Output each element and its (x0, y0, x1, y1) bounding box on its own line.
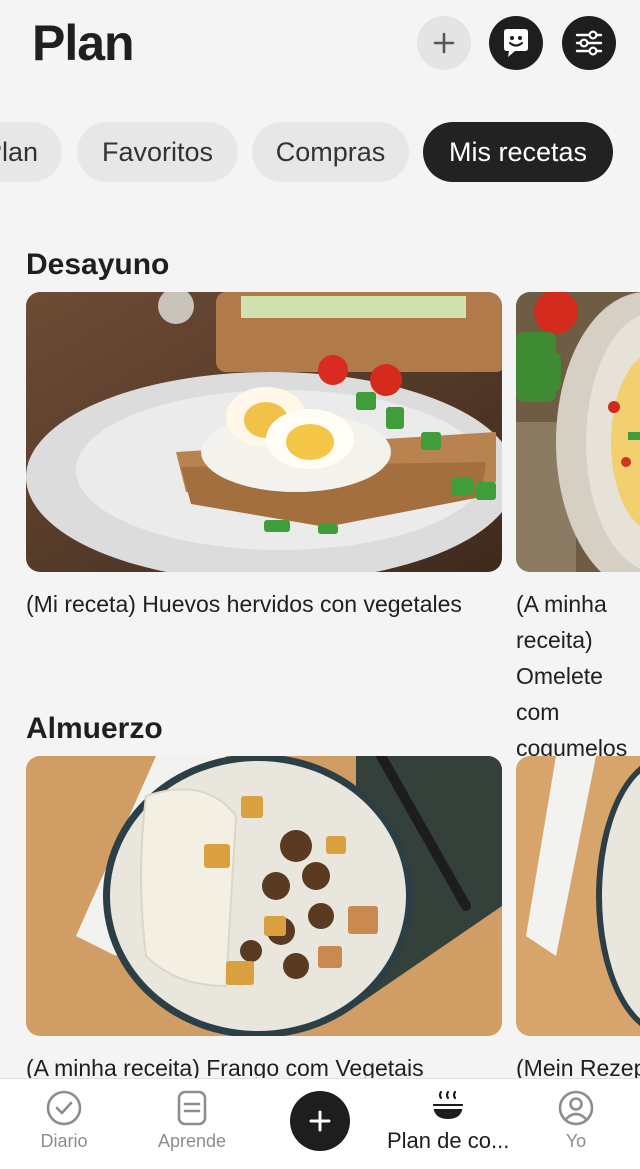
tab-favoritos[interactable]: Favoritos (77, 122, 238, 182)
check-circle-icon (46, 1090, 82, 1126)
plus-icon (309, 1110, 331, 1132)
section-title-desayuno: Desayuno (26, 248, 170, 281)
tab-compras[interactable]: Compras (252, 122, 409, 182)
chat-bubble-icon (504, 29, 528, 57)
recipe-card-title[interactable]: (Mi receta) Huevos hervidos con vegetale… (26, 586, 496, 622)
nav-label: Yo (565, 1131, 587, 1151)
add-button[interactable] (417, 16, 471, 70)
header: Plan (0, 0, 640, 100)
filter-button[interactable] (562, 16, 616, 70)
food-bowl-icon (433, 1090, 463, 1119)
nav-yo[interactable]: Yo (516, 1079, 636, 1169)
document-icon (177, 1090, 207, 1126)
sliders-icon (575, 30, 603, 56)
recipe-card-image[interactable] (516, 756, 640, 1036)
recipe-card-title[interactable]: (A minha receita) Omelete com cogumelos (516, 586, 640, 766)
recipe-photo-eggs (26, 292, 502, 572)
tab-mis-recetas[interactable]: Mis recetas (423, 122, 613, 182)
nav-diario[interactable]: Diario (4, 1079, 124, 1169)
plus-icon (433, 32, 455, 54)
assistant-button[interactable] (489, 16, 543, 70)
page-title: Plan (32, 15, 135, 71)
recipe-card-image[interactable] (516, 292, 640, 572)
bottom-nav: Diario Aprende Plan de co... Yo (0, 1078, 640, 1169)
profile-icon (558, 1090, 594, 1126)
tab-plan[interactable]: Plan (0, 122, 62, 182)
recipe-card-image[interactable] (26, 292, 502, 572)
nav-plan-de-comidas[interactable]: Plan de co... (387, 1079, 509, 1169)
tab-bar: Plan Favoritos Compras Mis recetas (0, 122, 640, 184)
nav-aprende[interactable]: Aprende (132, 1079, 252, 1169)
recipe-photo-next (516, 756, 640, 1036)
recipe-photo-omelette (516, 292, 640, 572)
recipe-photo-chicken (26, 756, 502, 1036)
recipe-card-image[interactable] (26, 756, 502, 1036)
add-entry-button[interactable] (290, 1091, 350, 1151)
nav-label: Aprende (157, 1131, 227, 1151)
section-title-almuerzo: Almuerzo (26, 712, 163, 745)
nav-label: Diario (40, 1131, 88, 1151)
nav-label: Plan de co... (387, 1128, 510, 1153)
